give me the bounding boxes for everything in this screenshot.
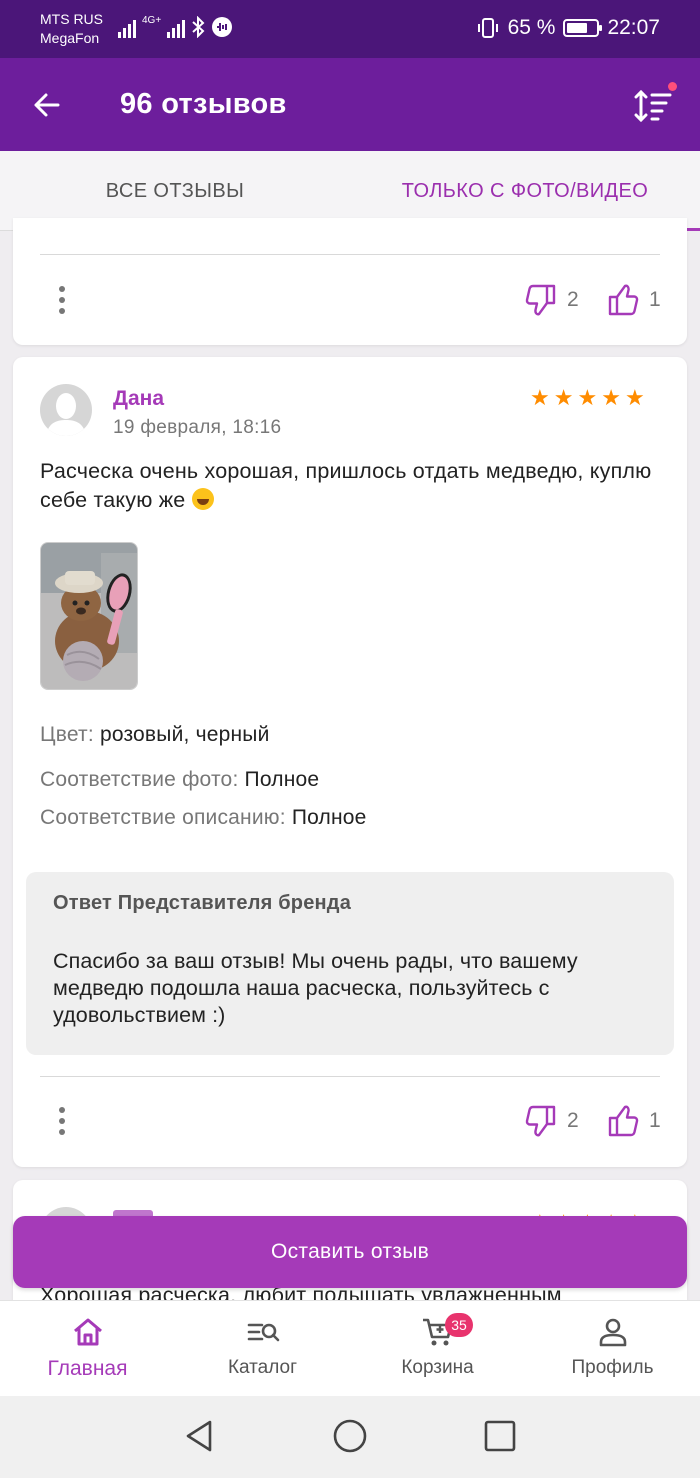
like-button[interactable]: 1 xyxy=(607,1104,661,1138)
like-count: 1 xyxy=(649,1109,661,1132)
cart-count-badge: 35 xyxy=(445,1313,473,1337)
nav-item-home[interactable]: Главная xyxy=(0,1301,175,1397)
avatar xyxy=(40,384,92,436)
dislike-button[interactable]: 2 xyxy=(525,1104,579,1138)
vibrate-icon xyxy=(477,18,498,38)
carrier-2: MegaFon xyxy=(40,30,100,46)
catalog-search-icon xyxy=(247,1323,279,1342)
clock: 22:07 xyxy=(607,16,660,39)
carrier-info: MTS RUS MegaFon xyxy=(40,10,103,48)
review-text-content: Расческа очень хорошая, пришлось отдать … xyxy=(40,459,652,512)
status-right: 65 % 22:07 xyxy=(476,16,660,40)
nav-item-catalog[interactable]: Каталог xyxy=(175,1301,350,1397)
dislike-button[interactable]: 2 xyxy=(525,283,579,317)
app-bar: 96 отзывов xyxy=(0,58,700,151)
system-back-icon[interactable] xyxy=(182,1418,218,1454)
thumbs-down-icon xyxy=(525,1105,556,1137)
more-options-icon[interactable] xyxy=(52,1104,72,1138)
page-title: 96 отзывов xyxy=(120,88,287,120)
review-card: Дана 19 февраля, 18:16 ★ ★ ★ ★ ★ Расческ… xyxy=(13,357,687,1167)
star-icon: ★ xyxy=(577,385,598,410)
nav-item-profile[interactable]: Профиль xyxy=(525,1301,700,1397)
teddy-bear-photo xyxy=(41,543,137,689)
nav-label: Профиль xyxy=(571,1357,654,1378)
star-icon: ★ xyxy=(624,385,645,410)
system-navigation-bar xyxy=(0,1396,700,1478)
status-bar: MTS RUS MegaFon 4G+ 65 % 22:07 xyxy=(0,0,700,58)
back-arrow-icon[interactable] xyxy=(28,86,66,124)
signal-icon xyxy=(118,16,136,38)
attribute-color: Цвет: розовый, черный xyxy=(40,723,270,747)
like-button[interactable]: 1 xyxy=(607,283,661,317)
nfc-icon xyxy=(212,17,233,37)
system-recents-icon[interactable] xyxy=(482,1418,518,1454)
home-icon xyxy=(73,1318,102,1346)
star-icon: ★ xyxy=(530,385,550,410)
attribute-label: Соответствие фото: xyxy=(40,768,239,791)
user-placeholder-icon xyxy=(46,393,86,436)
dislike-count: 2 xyxy=(567,1109,579,1132)
attribute-photo-match: Соответствие фото: Полное xyxy=(40,768,319,792)
more-options-icon[interactable] xyxy=(52,283,72,317)
attribute-value: розовый, черный xyxy=(99,723,270,746)
sort-indicator-dot xyxy=(668,82,677,91)
attribute-label: Соответствие описанию: xyxy=(40,806,286,829)
nav-label: Корзина xyxy=(401,1357,474,1378)
like-count: 1 xyxy=(649,288,661,311)
attribute-description-match: Соответствие описанию: Полное xyxy=(40,806,367,830)
thumbs-up-icon xyxy=(608,284,639,316)
battery-percent: 65 % xyxy=(507,16,556,39)
review-photo[interactable] xyxy=(40,542,138,690)
grinning-emoji-icon xyxy=(191,488,214,510)
thumbs-down-icon xyxy=(525,284,556,316)
brand-reply: Ответ Представителя бренда Спасибо за ва… xyxy=(26,872,674,1055)
dislike-count: 2 xyxy=(567,288,579,311)
battery-icon xyxy=(563,19,603,37)
carrier-1: MTS RUS xyxy=(40,11,103,27)
thumbs-up-icon xyxy=(608,1105,639,1137)
star-icon: ★ xyxy=(553,385,574,410)
network-type: 4G+ xyxy=(142,15,162,26)
bluetooth-icon xyxy=(192,16,205,38)
attribute-value: Полное xyxy=(291,806,367,829)
nav-label: Главная xyxy=(47,1357,128,1380)
review-text: Расческа очень хорошая, пришлось отдать … xyxy=(40,457,660,515)
review-card-previous: 2 1 xyxy=(13,218,687,345)
divider xyxy=(40,1076,660,1077)
star-icon: ★ xyxy=(601,385,621,410)
leave-review-button[interactable]: Оставить отзыв xyxy=(13,1216,687,1288)
review-author[interactable]: Дана xyxy=(113,387,164,411)
divider xyxy=(40,254,660,255)
brand-reply-text: Спасибо за ваш отзыв! Мы очень рады, что… xyxy=(53,949,578,1027)
nav-label: Каталог xyxy=(227,1357,298,1378)
signal-icons: 4G+ xyxy=(118,16,233,38)
system-home-icon[interactable] xyxy=(332,1418,368,1454)
nav-item-cart[interactable]: Корзина 35 xyxy=(350,1301,525,1397)
sort-icon[interactable] xyxy=(632,86,674,126)
bottom-navigation: Главная Каталог Корзина 35 Профиль xyxy=(0,1300,700,1396)
profile-icon xyxy=(599,1318,626,1347)
review-date: 19 февраля, 18:16 xyxy=(113,417,282,438)
signal-icon-2 xyxy=(167,16,186,38)
attribute-label: Цвет: xyxy=(40,723,94,746)
brand-reply-title: Ответ Представителя бренда xyxy=(53,892,352,914)
rating-stars: ★ ★ ★ ★ ★ xyxy=(530,387,645,409)
attribute-value: Полное xyxy=(244,768,320,791)
